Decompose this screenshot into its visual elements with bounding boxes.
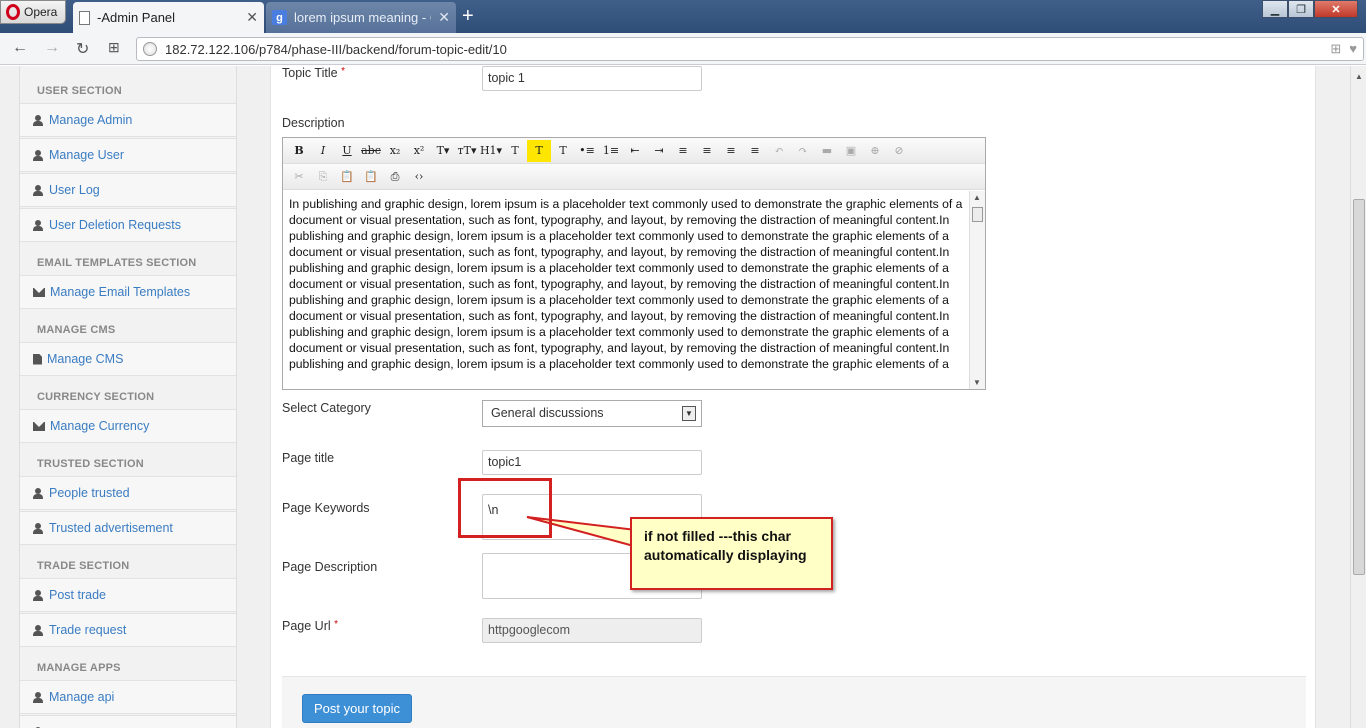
maximize-icon[interactable]: ❐ — [1288, 0, 1314, 18]
window-controls: ▁ ❐ ✕ — [1262, 0, 1358, 18]
google-icon: g — [272, 10, 287, 25]
site-info-icon[interactable] — [143, 42, 157, 56]
speed-dial-icon[interactable]: ⊞ — [108, 39, 120, 56]
address-text: 182.72.122.106/p784/phase-III/backend/fo… — [165, 41, 507, 57]
opera-menu-label: Opera — [24, 5, 58, 19]
address-bar[interactable]: 182.72.122.106/p784/phase-III/backend/fo… — [136, 37, 1364, 61]
page-content: USER SECTION Manage Admin Manage User Us… — [0, 66, 1350, 728]
bookmark-heart-icon[interactable]: ♥ — [1349, 41, 1357, 57]
tab-close-icon[interactable]: ✕ — [246, 9, 258, 26]
annotation-highlight-box — [458, 478, 552, 538]
window-close-icon[interactable]: ✕ — [1314, 0, 1358, 18]
page-icon — [79, 10, 90, 25]
annotation-callout: if not filled ---this char automatically… — [630, 517, 833, 590]
page-scrollbar[interactable]: ▲ — [1350, 66, 1366, 728]
new-tab-icon[interactable]: + — [462, 6, 474, 26]
opera-logo-icon — [6, 4, 20, 20]
tab-admin-panel[interactable]: -Admin Panel ✕ — [73, 2, 264, 33]
opera-menu-button[interactable]: Opera — [0, 0, 66, 24]
tab-close-icon[interactable]: ✕ — [438, 9, 450, 26]
grid-icon[interactable]: ⊞ — [1330, 41, 1341, 57]
forward-icon[interactable]: → — [44, 39, 60, 57]
tab-bar: Opera -Admin Panel ✕ g lorem ipsum meani… — [0, 0, 1366, 33]
callout-pointer — [526, 516, 647, 547]
tab-title: lorem ipsum meaning - Go — [294, 10, 431, 25]
tab-title: -Admin Panel — [97, 10, 176, 25]
tab-google-search[interactable]: g lorem ipsum meaning - Go ✕ — [266, 2, 456, 33]
browser-window: Opera -Admin Panel ✕ g lorem ipsum meani… — [0, 0, 1366, 728]
scroll-up-icon[interactable]: ▲ — [1355, 72, 1363, 81]
navigation-bar: ← → ↻ ⊞ 182.72.122.106/p784/phase-III/ba… — [0, 33, 1366, 65]
minimize-icon[interactable]: ▁ — [1262, 0, 1288, 18]
reload-icon[interactable]: ↻ — [76, 39, 89, 59]
scroll-thumb[interactable] — [1353, 199, 1365, 575]
back-icon[interactable]: ← — [12, 39, 28, 57]
